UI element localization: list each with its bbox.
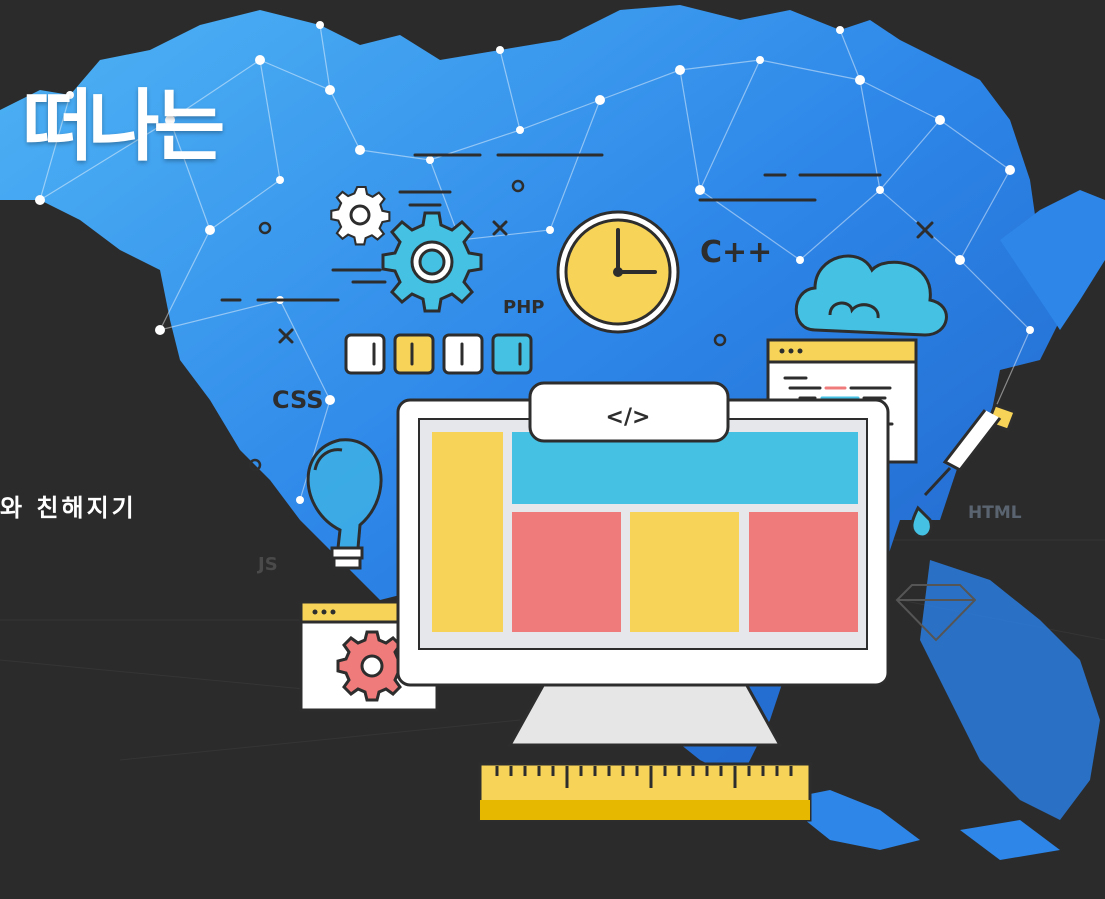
js-label: JS	[256, 554, 278, 575]
css-label: CSS	[272, 386, 324, 414]
monitor-icon	[396, 398, 890, 747]
ruler-icon	[478, 762, 812, 822]
banner-headline: 떠나는	[22, 82, 225, 172]
clock-icon	[556, 210, 680, 334]
php-label: PHP	[503, 297, 544, 318]
gear-icon	[330, 185, 391, 246]
cpp-label: C++	[700, 235, 772, 270]
hero-banner: C++ PHP CSS JS HTML </> 떠나는 와 친해지기	[0, 0, 1105, 895]
html-label: HTML	[968, 503, 1022, 523]
code-tag-badge: </>	[528, 381, 730, 443]
gear-icon	[381, 211, 483, 313]
banner-subline: 와 친해지기	[0, 494, 137, 522]
code-tag-label: </>	[606, 405, 651, 430]
